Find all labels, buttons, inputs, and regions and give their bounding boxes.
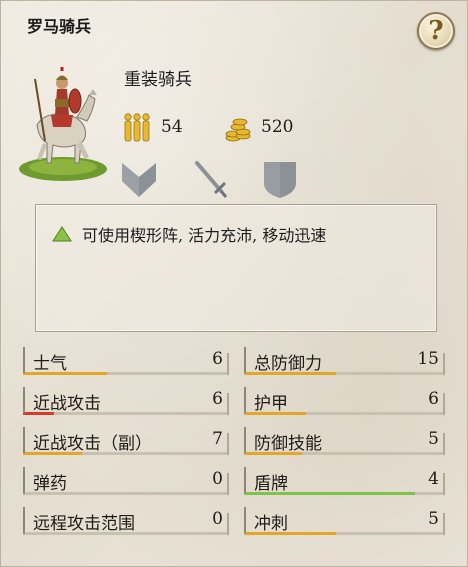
stat-bar-track — [25, 372, 229, 375]
stat-frame — [244, 347, 246, 375]
question-icon: ? — [428, 16, 444, 46]
stat-frame — [244, 507, 246, 535]
shield-icon — [264, 162, 296, 198]
stat-frame-end — [443, 393, 445, 415]
stat-value: 6 — [428, 389, 439, 409]
soldier-count: 54 — [161, 117, 183, 137]
stat-bar-track — [25, 412, 229, 415]
stat-label: 近战攻击 — [33, 394, 101, 414]
stat-value: 5 — [428, 429, 439, 449]
soldiers-icon — [124, 113, 150, 142]
stat-label: 弹药 — [33, 474, 67, 494]
stat-value: 6 — [212, 349, 223, 369]
unit-type-name: 重装骑兵 — [124, 70, 192, 90]
stat-frame — [23, 387, 25, 415]
stat-frame — [244, 387, 246, 415]
sword-icon — [195, 161, 228, 198]
gold-coins-icon — [225, 118, 251, 142]
unit-info-panel: 罗马骑兵 ? 重装骑兵 54 520 可使用楔形阵, 活力充沛, 移动迅速 士气… — [0, 0, 468, 567]
stat-value: 7 — [212, 429, 223, 449]
stat-bar-track — [246, 372, 445, 375]
stat-value: 6 — [212, 389, 223, 409]
stat-value: 5 — [428, 509, 439, 529]
stat-bar-fill — [246, 372, 336, 375]
stat-label: 总防御力 — [254, 354, 322, 374]
stat-row: 近战攻击 6 — [23, 387, 229, 417]
stat-bar-track — [25, 492, 229, 495]
ability-text: 可使用楔形阵, 活力充沛, 移动迅速 — [82, 226, 327, 245]
stat-frame — [23, 427, 25, 455]
chevron-icon — [122, 163, 156, 197]
stat-bar-fill — [25, 412, 54, 415]
unit-portrait — [19, 67, 107, 181]
stat-label: 护甲 — [254, 394, 288, 414]
stat-value: 0 — [212, 469, 223, 489]
stat-bar-fill — [25, 452, 83, 455]
stat-label: 盾牌 — [254, 474, 288, 494]
stat-frame-end — [227, 353, 229, 375]
stat-bar-track — [25, 532, 229, 535]
recruit-cost: 520 — [261, 117, 294, 137]
ability-line: 可使用楔形阵, 活力充沛, 移动迅速 — [52, 222, 326, 246]
stat-value: 4 — [428, 469, 439, 489]
stat-frame-end — [227, 433, 229, 455]
stat-bar-fill — [25, 372, 107, 375]
stat-bar-track — [246, 492, 445, 495]
panel-title: 罗马骑兵 — [27, 17, 92, 36]
stat-row: 护甲 6 — [244, 387, 445, 417]
stat-frame — [244, 467, 246, 495]
stat-frame-end — [227, 513, 229, 535]
stat-frame-end — [443, 513, 445, 535]
stat-row: 弹药 0 — [23, 467, 229, 497]
stat-bar-track — [246, 412, 445, 415]
stat-frame-end — [443, 433, 445, 455]
stat-bar-track — [246, 532, 445, 535]
stat-frame-end — [443, 473, 445, 495]
stat-row: 士气 6 — [23, 347, 229, 377]
abilities-box: 可使用楔形阵, 活力充沛, 移动迅速 — [35, 204, 437, 332]
stat-frame-end — [227, 473, 229, 495]
stat-bar-fill — [246, 452, 302, 455]
stat-bar-fill — [246, 412, 306, 415]
triangle-up-icon — [52, 226, 72, 242]
stat-label: 防御技能 — [254, 434, 322, 454]
stat-frame — [23, 347, 25, 375]
stat-frame — [23, 507, 25, 535]
stat-bar-fill — [246, 532, 336, 535]
stat-row: 盾牌 4 — [244, 467, 445, 497]
stat-bar-track — [246, 452, 445, 455]
stat-frame-end — [443, 353, 445, 375]
stat-label: 冲刺 — [254, 514, 288, 534]
stat-row: 远程攻击范围 0 — [23, 507, 229, 537]
stat-frame — [23, 467, 25, 495]
stat-row: 总防御力 15 — [244, 347, 445, 377]
stat-bar-track — [25, 452, 229, 455]
stat-label: 近战攻击（副） — [33, 434, 152, 454]
help-button[interactable]: ? — [417, 12, 455, 50]
stat-label: 远程攻击范围 — [33, 514, 135, 534]
stat-row: 冲刺 5 — [244, 507, 445, 537]
stat-value: 15 — [417, 349, 439, 369]
stat-bar-fill — [246, 492, 416, 495]
stat-label: 士气 — [33, 354, 67, 374]
stat-frame — [244, 427, 246, 455]
stat-value: 0 — [212, 509, 223, 529]
stat-row: 防御技能 5 — [244, 427, 445, 457]
stat-row: 近战攻击（副） 7 — [23, 427, 229, 457]
stat-frame-end — [227, 393, 229, 415]
